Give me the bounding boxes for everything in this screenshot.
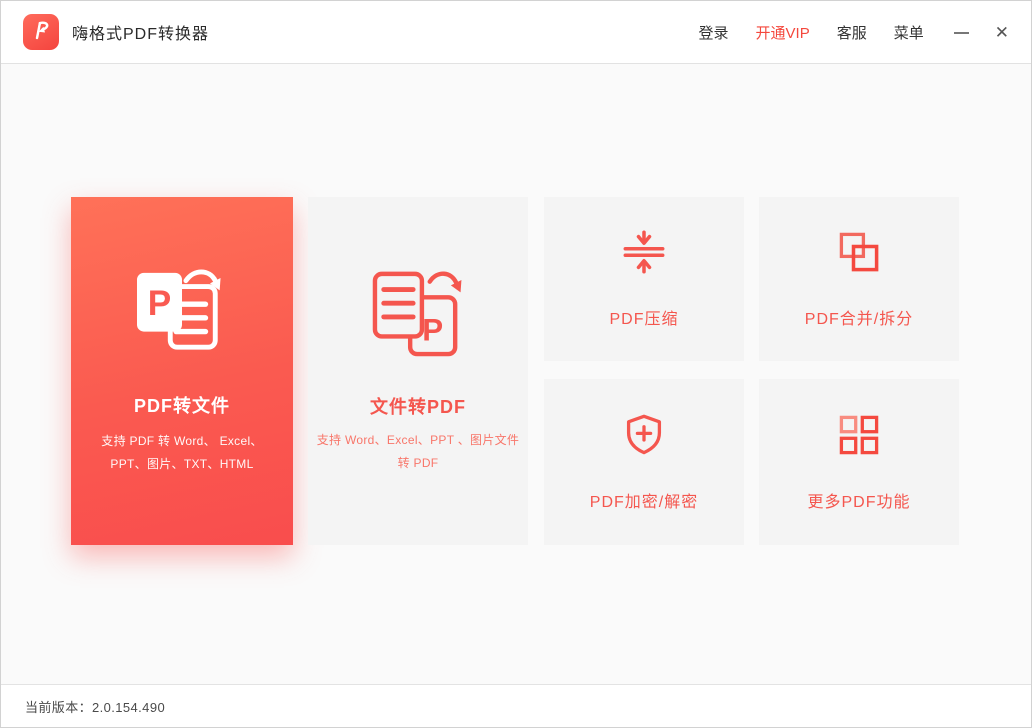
card-title: PDF压缩	[609, 310, 679, 328]
svg-text:P: P	[148, 284, 171, 323]
card-title: PDF转文件	[134, 395, 230, 416]
window-controls: ✕	[953, 24, 1009, 41]
pdf-brand-icon	[28, 17, 54, 48]
menu-button[interactable]: 菜单	[894, 22, 924, 43]
shield-plus-icon	[622, 413, 666, 462]
login-button[interactable]: 登录	[699, 22, 729, 43]
app-logo	[23, 14, 59, 50]
minimize-icon[interactable]	[953, 24, 969, 40]
file-to-pdf-icon: P	[367, 268, 469, 363]
support-button[interactable]: 客服	[837, 22, 867, 43]
card-file-to-pdf[interactable]: P 文件转PDF 支持 Word、Excel、PPT 、图片文件转 PDF	[308, 197, 528, 545]
version-label: 当前版本：2.0.154.490	[25, 699, 166, 715]
merge-split-icon	[837, 230, 881, 279]
compress-icon	[622, 229, 666, 279]
close-icon[interactable]: ✕	[995, 24, 1009, 41]
app-window: 嗨格式PDF转换器 登录 开通VIP 客服 菜单 ✕ P PDF转文件 支持 P…	[0, 0, 1032, 728]
card-title: PDF合并/拆分	[804, 310, 914, 328]
app-title: 嗨格式PDF转换器	[72, 26, 210, 43]
card-pdf-merge-split[interactable]: PDF合并/拆分	[759, 197, 959, 361]
card-title: 更多PDF功能	[807, 493, 911, 511]
status-bar: 当前版本：2.0.154.490	[1, 684, 1031, 727]
card-subtitle: 支持 Word、Excel、PPT 、图片文件转 PDF	[316, 432, 520, 470]
top-navigation: 登录 开通VIP 客服 菜单	[699, 22, 924, 43]
vip-button[interactable]: 开通VIP	[756, 22, 810, 43]
grid-icon	[837, 413, 881, 462]
card-pdf-compress[interactable]: PDF压缩	[544, 197, 744, 361]
card-title: PDF加密/解密	[589, 493, 699, 511]
card-more-pdf-features[interactable]: 更多PDF功能	[759, 379, 959, 545]
title-bar: 嗨格式PDF转换器 登录 开通VIP 客服 菜单 ✕	[1, 1, 1031, 64]
card-pdf-encrypt-decrypt[interactable]: PDF加密/解密	[544, 379, 744, 545]
card-pdf-to-file[interactable]: P PDF转文件 支持 PDF 转 Word、 Excel、PPT、图片、TXT…	[71, 197, 293, 545]
card-subtitle: 支持 PDF 转 Word、 Excel、PPT、图片、TXT、HTML	[101, 433, 263, 471]
svg-text:P: P	[422, 312, 443, 347]
main-area: P PDF转文件 支持 PDF 转 Word、 Excel、PPT、图片、TXT…	[1, 64, 1031, 684]
pdf-to-file-icon: P	[131, 267, 233, 362]
card-title: 文件转PDF	[370, 396, 466, 417]
